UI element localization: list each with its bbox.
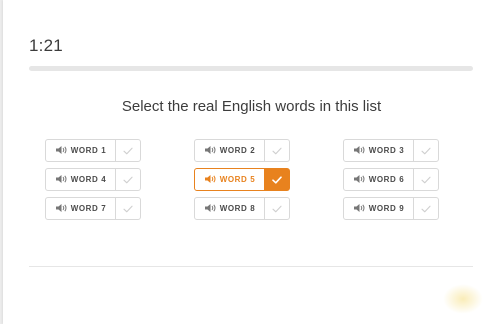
speaker-icon <box>55 174 68 186</box>
speaker-icon <box>55 145 68 157</box>
word-option-3[interactable]: WORD 3 <box>343 139 439 162</box>
test-card: 1:21 Select the real English words in th… <box>3 0 500 324</box>
timer: 1:21 <box>29 36 63 55</box>
word-label: WORD 9 <box>368 204 405 213</box>
word-play-area[interactable]: WORD 4 <box>46 169 115 190</box>
word-label: WORD 8 <box>219 204 256 213</box>
select-checkbox[interactable] <box>413 140 438 161</box>
checkmark-icon <box>272 171 282 189</box>
word-play-area[interactable]: WORD 2 <box>195 140 264 161</box>
word-label: WORD 3 <box>368 146 405 155</box>
word-option-6[interactable]: WORD 6 <box>343 168 439 191</box>
word-play-area[interactable]: WORD 3 <box>344 140 413 161</box>
speaker-icon <box>204 174 217 186</box>
checkmark-icon <box>272 142 282 160</box>
word-option-1[interactable]: WORD 1 <box>45 139 141 162</box>
word-play-area[interactable]: WORD 7 <box>46 198 115 219</box>
select-checkbox[interactable] <box>115 169 140 190</box>
word-label: WORD 7 <box>70 204 107 213</box>
word-play-area[interactable]: WORD 1 <box>46 140 115 161</box>
speaker-icon <box>353 203 366 215</box>
decorative-glow <box>443 284 483 314</box>
select-checkbox[interactable] <box>115 140 140 161</box>
question-prompt: Select the real English words in this li… <box>121 98 382 115</box>
speaker-icon <box>204 203 217 215</box>
word-play-area[interactable]: WORD 9 <box>344 198 413 219</box>
word-option-2[interactable]: WORD 2 <box>194 139 290 162</box>
word-label: WORD 5 <box>219 175 256 184</box>
checkmark-icon <box>123 171 133 189</box>
word-option-9[interactable]: WORD 9 <box>343 197 439 220</box>
word-play-area[interactable]: WORD 8 <box>195 198 264 219</box>
speaker-icon <box>55 203 68 215</box>
checkmark-icon <box>421 200 431 218</box>
select-checkbox[interactable] <box>264 140 289 161</box>
checkmark-icon <box>123 200 133 218</box>
select-checkbox[interactable] <box>264 198 289 219</box>
word-play-area[interactable]: WORD 6 <box>344 169 413 190</box>
word-option-5[interactable]: WORD 5 <box>194 168 290 191</box>
select-checkbox[interactable] <box>264 169 289 190</box>
footer-divider <box>29 266 473 267</box>
checkmark-icon <box>123 142 133 160</box>
speaker-icon <box>353 174 366 186</box>
word-play-area[interactable]: WORD 5 <box>195 169 264 190</box>
word-label: WORD 1 <box>70 146 107 155</box>
checkmark-icon <box>272 200 282 218</box>
word-option-7[interactable]: WORD 7 <box>45 197 141 220</box>
select-checkbox[interactable] <box>413 169 438 190</box>
speaker-icon <box>204 145 217 157</box>
word-option-4[interactable]: WORD 4 <box>45 168 141 191</box>
checkmark-icon <box>421 171 431 189</box>
word-label: WORD 2 <box>219 146 256 155</box>
word-label: WORD 4 <box>70 175 107 184</box>
word-label: WORD 6 <box>368 175 405 184</box>
checkmark-icon <box>421 142 431 160</box>
progress-bar <box>29 66 473 71</box>
select-checkbox[interactable] <box>115 198 140 219</box>
speaker-icon <box>353 145 366 157</box>
word-option-8[interactable]: WORD 8 <box>194 197 290 220</box>
select-checkbox[interactable] <box>413 198 438 219</box>
